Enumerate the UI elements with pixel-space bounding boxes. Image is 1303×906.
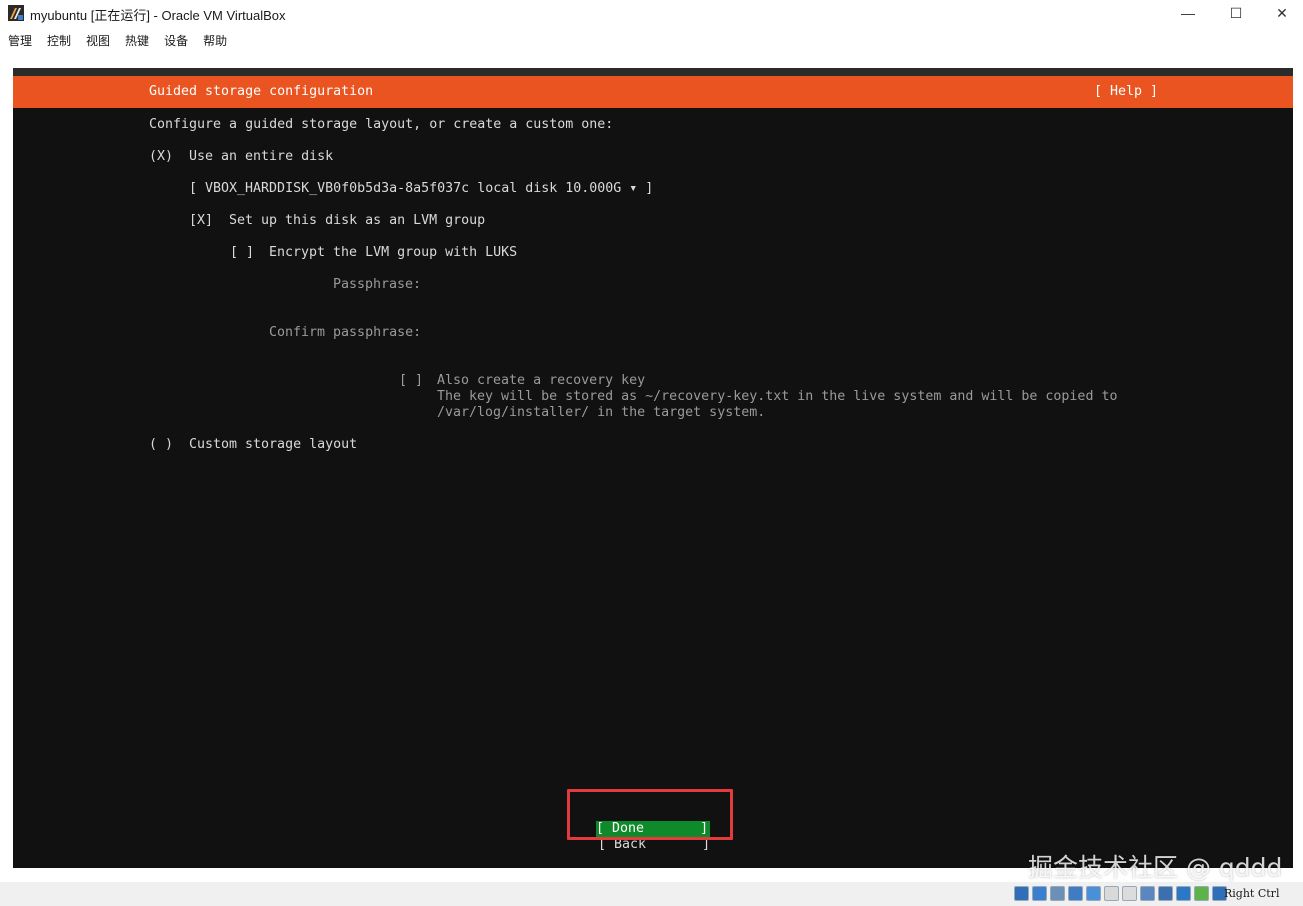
recovery-key-checkbox[interactable]: [ ] bbox=[399, 373, 423, 389]
recovery-key-description-line2: /var/log/installer/ in the target system… bbox=[437, 405, 766, 420]
custom-layout-label: Custom storage layout bbox=[189, 437, 358, 452]
help-button[interactable]: [ Help ] bbox=[1094, 84, 1158, 99]
screen-capture-icon[interactable] bbox=[1140, 886, 1155, 901]
minimize-button[interactable]: — bbox=[1165, 0, 1211, 26]
host-key-label: Right Ctrl bbox=[1224, 887, 1280, 900]
menu-item-hotkeys[interactable]: 热键 bbox=[117, 28, 156, 50]
use-entire-disk-label: Use an entire disk bbox=[189, 149, 334, 164]
status-icons bbox=[1014, 886, 1227, 901]
virtualbox-app-icon bbox=[8, 5, 24, 21]
display-icon[interactable] bbox=[1122, 886, 1137, 901]
recovery-key-label: Also create a recovery key bbox=[437, 373, 646, 388]
menu-item-devices[interactable]: 设备 bbox=[156, 28, 195, 50]
status-bar: Right Ctrl bbox=[0, 882, 1303, 906]
network-icon[interactable] bbox=[1068, 886, 1083, 901]
window-title-bar: myubuntu [正在运行] - Oracle VM VirtualBox —… bbox=[0, 0, 1303, 26]
encrypt-luks-checkbox[interactable]: [ ] bbox=[230, 245, 254, 261]
cpu-icon[interactable] bbox=[1176, 886, 1191, 901]
window-title: myubuntu [正在运行] - Oracle VM VirtualBox bbox=[30, 8, 286, 23]
custom-layout-radio[interactable]: ( ) bbox=[149, 437, 173, 453]
usb-icon[interactable] bbox=[1086, 886, 1101, 901]
vm-top-strip bbox=[13, 68, 1293, 76]
encrypt-luks-label: Encrypt the LVM group with LUKS bbox=[269, 245, 518, 260]
audio-icon[interactable] bbox=[1050, 886, 1065, 901]
menu-bar: 管理 控制 视图 热键 设备 帮助 bbox=[0, 28, 234, 50]
maximize-button[interactable]: ☐ bbox=[1213, 0, 1259, 26]
passphrase-label: Passphrase: bbox=[333, 277, 422, 292]
confirm-passphrase-label: Confirm passphrase: bbox=[269, 325, 422, 340]
recording-icon[interactable] bbox=[1158, 886, 1173, 901]
vm-screen[interactable]: Guided storage configuration [ Help ] Co… bbox=[13, 68, 1293, 868]
use-entire-disk-radio[interactable]: (X) bbox=[149, 149, 173, 165]
installer-header-title: Guided storage configuration bbox=[149, 84, 374, 99]
hard-disk-icon[interactable] bbox=[1014, 886, 1029, 901]
recovery-key-description-line1: The key will be stored as ~/recovery-key… bbox=[437, 389, 1118, 404]
lvm-checkbox[interactable]: [X] bbox=[189, 213, 213, 229]
shared-folder-icon[interactable] bbox=[1104, 886, 1119, 901]
menu-item-view[interactable]: 视图 bbox=[78, 28, 117, 50]
menu-item-help[interactable]: 帮助 bbox=[195, 28, 234, 50]
installer-header: Guided storage configuration [ Help ] bbox=[13, 76, 1293, 108]
menu-item-manage[interactable]: 管理 bbox=[0, 28, 39, 50]
optical-disk-icon[interactable] bbox=[1032, 886, 1047, 901]
mouse-integration-icon[interactable] bbox=[1194, 886, 1209, 901]
disk-select-dropdown[interactable]: [ VBOX_HARDDISK_VB0f0b5d3a-8a5f037c loca… bbox=[189, 181, 653, 197]
menu-item-control[interactable]: 控制 bbox=[39, 28, 78, 50]
lvm-checkbox-label: Set up this disk as an LVM group bbox=[229, 213, 486, 228]
watermark: 掘金技术社区 @ qddd bbox=[1028, 853, 1283, 882]
close-button[interactable]: ✕ bbox=[1259, 0, 1303, 26]
storage-prompt: Configure a guided storage layout, or cr… bbox=[149, 117, 614, 132]
highlight-annotation-box bbox=[567, 789, 733, 840]
